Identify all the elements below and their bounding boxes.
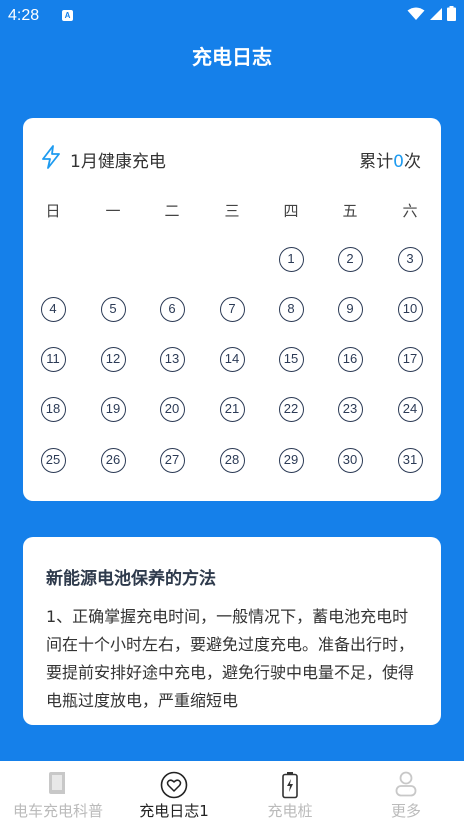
calendar-day[interactable]: 16: [337, 346, 363, 372]
calendar-day[interactable]: 23: [337, 396, 363, 422]
calendar-day[interactable]: 5: [100, 296, 126, 322]
charge-count-value: 0: [393, 152, 404, 172]
calendar-day[interactable]: 30: [337, 447, 363, 473]
charge-count: 累计0次: [359, 147, 421, 172]
charge-count-suffix: 次: [404, 152, 421, 172]
calendar-day[interactable]: 22: [278, 396, 304, 422]
tab-science[interactable]: 电车充电科普: [0, 761, 116, 824]
calendar-day[interactable]: 1: [278, 246, 304, 272]
calendar-day[interactable]: 9: [337, 296, 363, 322]
calendar-day[interactable]: 4: [40, 296, 66, 322]
bottom-tab-bar: 电车充电科普 充电日志1 充电桩 更多: [0, 761, 464, 824]
wifi-icon: [407, 7, 425, 20]
calendar-day[interactable]: 3: [397, 246, 423, 272]
calendar-day[interactable]: 17: [397, 346, 423, 372]
calendar-day[interactable]: 13: [159, 346, 185, 372]
calendar-day[interactable]: 19: [100, 396, 126, 422]
calendar-day[interactable]: 10: [397, 296, 423, 322]
calendar-day[interactable]: 27: [159, 447, 185, 473]
tab-charge-log-label: 充电日志1: [139, 802, 209, 820]
calendar-day[interactable]: 7: [219, 296, 245, 322]
calendar-day[interactable]: 28: [219, 447, 245, 473]
calendar-day[interactable]: 29: [278, 447, 304, 473]
calendar-day[interactable]: 24: [397, 396, 423, 422]
book-icon: [49, 772, 65, 794]
calendar-day[interactable]: 8: [278, 296, 304, 322]
calendar-day[interactable]: 25: [40, 447, 66, 473]
tab-charging-pile-label: 充电桩: [267, 802, 313, 820]
calendar-day[interactable]: 11: [40, 346, 66, 372]
lightning-bolt-icon: [42, 145, 60, 169]
weekday-label: 五: [342, 202, 358, 220]
article-card[interactable]: 新能源电池保养的方法 1、正确掌握充电时间，一般情况下，蓄电池充电时间在十个小时…: [23, 537, 441, 725]
weekday-label: 三: [224, 202, 240, 220]
tab-charge-log[interactable]: 充电日志1: [116, 761, 232, 824]
article-title: 新能源电池保养的方法: [46, 569, 216, 589]
status-indicators: [407, 6, 456, 21]
weekday-label: 六: [402, 202, 418, 220]
battery-bolt-icon: [282, 772, 298, 799]
calendar-header: 1月健康充电 累计0次: [23, 118, 441, 198]
article-body: 1、正确掌握充电时间，一般情况下，蓄电池充电时间在十个小时左右，要避免过度充电。…: [46, 607, 415, 710]
person-icon: [395, 771, 417, 797]
calendar-day[interactable]: 6: [159, 296, 185, 322]
weekday-label: 四: [283, 202, 299, 220]
calendar-card: 1月健康充电 累计0次 日一二三四五六 1 2 3 4 5 6 7 8 9 10 11 12 13 14 1…: [23, 118, 441, 501]
page-title: 充电日志: [192, 45, 272, 69]
weekday-label: 一: [105, 202, 121, 220]
weekday-row: 日一二三四五六: [23, 200, 441, 224]
heart-icon: [160, 771, 188, 799]
weekday-label: 日: [45, 202, 61, 220]
charge-count-prefix: 累计: [359, 152, 394, 172]
tab-more-label: 更多: [390, 802, 421, 820]
tab-science-label: 电车充电科普: [12, 802, 103, 820]
calendar-day[interactable]: 12: [100, 346, 126, 372]
calendar-day[interactable]: 14: [219, 346, 245, 372]
calendar-day[interactable]: 15: [278, 346, 304, 372]
app-notification-icon: A: [62, 10, 73, 21]
tab-charging-pile[interactable]: 充电桩: [232, 761, 348, 824]
calendar-day[interactable]: 20: [159, 396, 185, 422]
calendar-day[interactable]: 21: [219, 396, 245, 422]
calendar-month-title: 1月健康充电: [70, 152, 166, 172]
weekday-label: 二: [164, 202, 180, 220]
calendar-day[interactable]: 2: [337, 246, 363, 272]
signal-icon: [430, 7, 442, 20]
calendar-day[interactable]: 26: [100, 447, 126, 473]
calendar-day[interactable]: 31: [397, 447, 423, 473]
tab-more[interactable]: 更多: [348, 761, 464, 824]
status-time: 4:28: [8, 7, 40, 24]
calendar-day[interactable]: 18: [40, 396, 66, 422]
battery-icon: [447, 6, 456, 21]
status-bar: 4:28 A: [0, 0, 464, 32]
